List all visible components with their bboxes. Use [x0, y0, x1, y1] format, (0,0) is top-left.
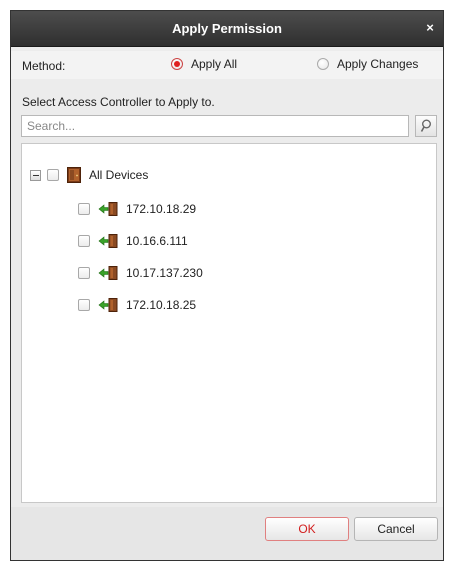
- radio-selected-icon[interactable]: [171, 58, 183, 70]
- collapse-toggle[interactable]: [30, 169, 41, 181]
- door-controller-icon: [98, 266, 118, 280]
- device-checkbox[interactable]: [78, 299, 90, 311]
- close-button[interactable]: ×: [423, 20, 437, 36]
- apply-all-radio[interactable]: Apply All: [171, 57, 237, 71]
- search-input[interactable]: [22, 116, 408, 136]
- device-label: 172.10.18.25: [126, 298, 197, 312]
- search-icon: [420, 119, 431, 132]
- door-controller-icon: [98, 298, 118, 312]
- tree-item[interactable]: 10.16.6.111: [78, 232, 188, 250]
- tree-item[interactable]: 172.10.18.25: [78, 296, 196, 314]
- search-field[interactable]: [21, 115, 409, 137]
- cancel-button[interactable]: Cancel: [354, 517, 438, 541]
- apply-permission-dialog: Apply Permission × Method: Apply All App…: [10, 10, 444, 561]
- device-label: 172.10.18.29: [126, 202, 197, 216]
- search-button[interactable]: [415, 115, 437, 137]
- method-row: Method: Apply All Apply Changes: [11, 51, 443, 79]
- device-checkbox[interactable]: [78, 203, 90, 215]
- ok-button[interactable]: OK: [265, 517, 349, 541]
- select-controller-label: Select Access Controller to Apply to.: [22, 95, 215, 109]
- apply-all-label: Apply All: [191, 57, 238, 71]
- door-group-icon: [67, 167, 81, 183]
- device-checkbox[interactable]: [78, 235, 90, 247]
- apply-changes-radio[interactable]: Apply Changes: [317, 57, 418, 71]
- device-label: 10.16.6.111: [126, 234, 188, 248]
- device-label: 10.17.137.230: [126, 266, 203, 280]
- door-controller-icon: [98, 234, 118, 248]
- door-controller-icon: [98, 202, 118, 216]
- method-label: Method:: [22, 59, 66, 73]
- apply-changes-label: Apply Changes: [337, 57, 419, 71]
- tree-item[interactable]: 10.17.137.230: [78, 264, 203, 282]
- device-tree: All Devices 172.10.18.29 10.16.6.111 10.…: [21, 143, 437, 503]
- all-devices-checkbox[interactable]: [47, 169, 59, 181]
- dialog-title: Apply Permission: [172, 21, 282, 36]
- title-bar[interactable]: Apply Permission ×: [11, 11, 443, 47]
- tree-item[interactable]: 172.10.18.29: [78, 200, 196, 218]
- radio-unselected-icon[interactable]: [317, 58, 329, 70]
- minus-icon: [32, 174, 39, 176]
- tree-root-label: All Devices: [89, 168, 149, 182]
- device-checkbox[interactable]: [78, 267, 90, 279]
- tree-root-row[interactable]: All Devices: [30, 166, 148, 184]
